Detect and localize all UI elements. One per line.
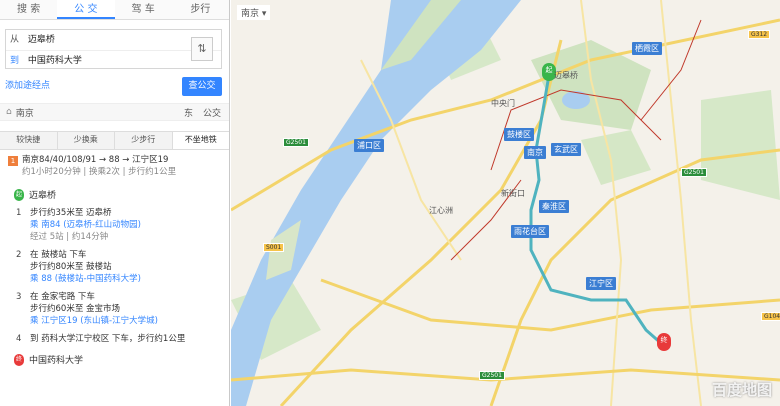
tab-search[interactable]: 搜 索: [0, 0, 57, 19]
step-text: 到 药科大学江宁校区 下车，步行约1公里: [30, 334, 186, 344]
step-1: 1 步行约35米至 迈皋桥 乘 南84 (迈皋桥-红山动物园) 经过 5站 | …: [0, 201, 229, 243]
district-label: 玄武区: [551, 143, 581, 156]
option-fastest[interactable]: 较快捷: [0, 132, 58, 149]
place-label: 新街口: [501, 189, 525, 198]
map-city-name[interactable]: 南京: [241, 9, 259, 19]
city-option-east[interactable]: 东: [184, 106, 193, 119]
route-lines: 南京84/40/108/91 → 88 → 江宁区19: [22, 155, 169, 165]
district-label: 鼓楼区: [504, 128, 534, 141]
search-bus-button[interactable]: 查公交: [182, 77, 222, 96]
step-number: 1: [16, 208, 22, 218]
road-sign: S001: [263, 243, 285, 252]
route-inputs: 从 迈皋桥 到 中国药科大学 ⇅: [5, 29, 222, 69]
district-label: 江宁区: [586, 277, 616, 290]
step-2: 2 在 鼓楼站 下车 步行约80米至 鼓楼站 乘 88 (鼓楼站-中国药科大学): [0, 243, 229, 285]
end-marker[interactable]: 终: [657, 333, 671, 351]
place-label: 中央门: [491, 99, 515, 108]
step-number: 4: [16, 334, 22, 344]
to-row[interactable]: 到 中国药科大学: [6, 50, 221, 70]
step-text: 在 金家宅路 下车: [30, 292, 95, 302]
district-label: 雨花台区: [511, 225, 549, 238]
start-pin-icon: 起: [14, 188, 24, 201]
route-summary[interactable]: 1 南京84/40/108/91 → 88 → 江宁区19 约1小时20分钟 |…: [0, 150, 229, 182]
step-number: 2: [16, 250, 22, 260]
step-text[interactable]: 乘 南84 (迈皋桥-红山动物园): [30, 219, 141, 231]
district-label: 南京: [524, 146, 546, 159]
route-sub: 约1小时20分钟 | 换乘2次 | 步行约1公里: [22, 167, 177, 177]
map-watermark: 百度地图: [711, 381, 772, 399]
search-row: 添加途经点 查公交: [5, 75, 222, 97]
district-label: 秦淮区: [539, 200, 569, 213]
park-area: [701, 90, 780, 200]
road-sign: G104: [761, 312, 780, 321]
mode-tabs: 搜 索 公 交 驾 车 步行: [0, 0, 229, 20]
step-text[interactable]: 乘 88 (鼓楼站-中国药科大学): [30, 273, 141, 285]
step-text[interactable]: 乘 江宁区19 (东山镇-江宁大学城): [30, 315, 158, 327]
map-canvas[interactable]: 南京 ▾ 起 终 栖霞区 玄武区 鼓楼区 南京 秦淮区 雨花台区 江宁区 浦口区…: [231, 0, 780, 406]
park-area: [581, 130, 651, 185]
road-sign: G2501: [479, 371, 505, 380]
tab-bus[interactable]: 公 交: [57, 0, 115, 19]
step-3: 3 在 金家宅路 下车 步行约60米至 金宝市场 乘 江宁区19 (东山镇-江宁…: [0, 285, 229, 327]
city-name[interactable]: 南京: [16, 106, 34, 119]
start-station-row: 起 迈皋桥: [0, 182, 229, 201]
city-option-bus[interactable]: 公交: [203, 106, 221, 119]
step-text: 经过 5站 | 约14分钟: [30, 232, 109, 242]
city-row: ⌂ 南京 东 公交: [0, 103, 229, 121]
route-panel: 搜 索 公 交 驾 车 步行 从 迈皋桥 到 中国药科大学 ⇅ 添加途经点 查公…: [0, 0, 230, 406]
from-label: 从: [10, 35, 20, 45]
road-sign: G2501: [681, 168, 707, 177]
add-waypoint-link[interactable]: 添加途经点: [5, 81, 50, 91]
step-number: 3: [16, 292, 22, 302]
step-4: 4 到 药科大学江宁校区 下车，步行约1公里: [0, 327, 229, 345]
end-pin-icon: 终: [14, 353, 24, 366]
step-text: 步行约35米至 迈皋桥: [30, 208, 112, 218]
route-number: 1: [8, 156, 18, 166]
step-text: 步行约80米至 鼓楼站: [30, 262, 112, 272]
map-graphics: [231, 0, 780, 406]
from-row[interactable]: 从 迈皋桥: [6, 30, 221, 50]
from-input[interactable]: 迈皋桥: [28, 35, 55, 45]
road-sign: G312: [748, 30, 771, 39]
place-label: 迈皋桥: [554, 71, 578, 80]
district-label: 浦口区: [354, 139, 384, 152]
to-label: 到: [10, 56, 20, 66]
step-text: 步行约60米至 金宝市场: [30, 304, 121, 314]
end-station-row: 终 中国药科大学: [0, 345, 229, 366]
home-icon: ⌂: [6, 107, 12, 117]
option-less-walk[interactable]: 少步行: [115, 132, 173, 149]
road-sign: G2501: [283, 138, 309, 147]
tab-drive[interactable]: 驾 车: [115, 0, 172, 19]
option-fewer-transfers[interactable]: 少换乘: [57, 132, 115, 149]
tab-walk[interactable]: 步行: [172, 0, 229, 19]
option-no-subway[interactable]: 不坐地铁: [172, 132, 229, 149]
swap-icon[interactable]: ⇅: [191, 37, 213, 61]
map-city-select[interactable]: 南京 ▾: [237, 5, 271, 20]
district-label: 栖霞区: [632, 42, 662, 55]
start-station: 迈皋桥: [29, 191, 57, 201]
step-text: 在 鼓楼站 下车: [30, 250, 87, 260]
end-station: 中国药科大学: [29, 356, 84, 366]
place-label: 江心洲: [429, 206, 453, 215]
to-input[interactable]: 中国药科大学: [28, 56, 82, 66]
route-options: 较快捷 少换乘 少步行 不坐地铁: [0, 131, 229, 150]
